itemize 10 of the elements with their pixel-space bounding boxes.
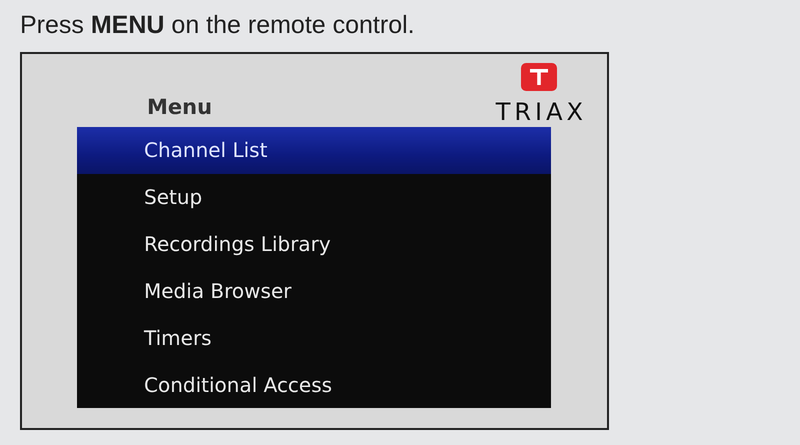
menu-item[interactable]: Channel List: [77, 127, 551, 174]
logo-icon: [521, 63, 558, 91]
menu-title: Menu: [147, 95, 212, 119]
instruction-text: Press MENU on the remote control.: [20, 10, 416, 41]
menu-item[interactable]: Setup: [77, 174, 551, 221]
menu-item[interactable]: Recordings Library: [77, 221, 551, 268]
menu-item[interactable]: Media Browser: [77, 268, 551, 315]
menu-item[interactable]: Conditional Access: [77, 362, 551, 409]
brand-logo: TRIAX: [494, 99, 587, 125]
menu-item[interactable]: Timers: [77, 315, 551, 362]
